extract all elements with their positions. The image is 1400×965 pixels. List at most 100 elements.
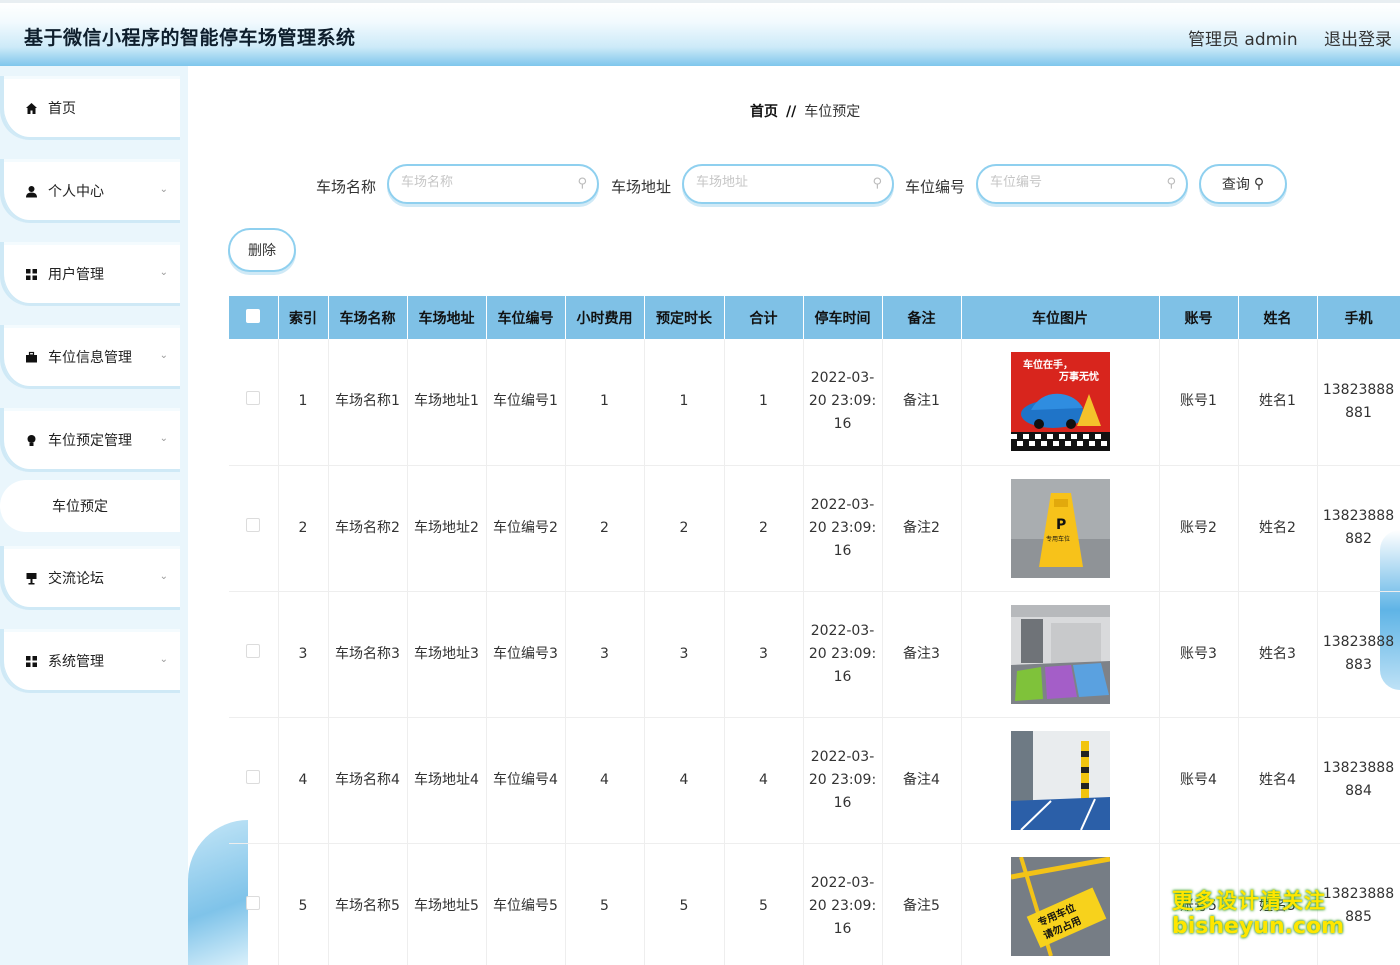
table-row: 3 车场名称3 车场地址3 车位编号3 3 3 3 2022-03-20 23:… xyxy=(229,591,1400,718)
cell-account: 账号4 xyxy=(1159,717,1239,844)
cell-total: 2 xyxy=(724,465,804,592)
breadcrumb-current: 车位预定 xyxy=(804,104,861,120)
breadcrumb-separator: // xyxy=(786,104,797,120)
home-icon xyxy=(24,101,38,115)
space-picture[interactable]: 专用车位 请勿占用 xyxy=(1010,856,1110,956)
cell-lot-name: 车场名称5 xyxy=(328,843,408,965)
cell-index: 2 xyxy=(278,465,329,592)
sidebar-item-home[interactable]: 首页 xyxy=(0,76,180,140)
sidebar-subitem-booking[interactable]: 车位预定 xyxy=(0,480,180,532)
cell-account: 账号2 xyxy=(1159,465,1239,592)
briefcase-icon xyxy=(24,350,38,364)
cell-lot-addr: 车场地址2 xyxy=(407,465,487,592)
col-header: 车场地址 xyxy=(407,296,487,339)
cell-lot-addr: 车场地址1 xyxy=(407,339,487,466)
chevron-down-icon: ⌄ xyxy=(159,571,168,582)
row-checkbox[interactable] xyxy=(229,843,279,965)
sidebar-item-label: 交流论坛 xyxy=(48,571,104,587)
breadcrumb: 首页 // 车位预定 xyxy=(750,101,860,121)
space-picture[interactable]: P 专用车位 xyxy=(1010,478,1110,578)
cell-uname: 姓名1 xyxy=(1238,339,1318,466)
lot-addr-input-wrap: ⚲ xyxy=(682,164,894,204)
search-icon: ⚲ xyxy=(872,176,882,191)
picture-sign: P xyxy=(1056,517,1066,533)
cell-fee: 3 xyxy=(565,591,645,718)
space-picture[interactable] xyxy=(1010,604,1110,704)
row-checkbox[interactable] xyxy=(229,465,279,592)
query-label: 查询 xyxy=(1221,177,1250,193)
cell-index: 5 xyxy=(278,843,329,965)
watermark-line: bisheyun.com xyxy=(1172,914,1345,939)
cell-fee: 4 xyxy=(565,717,645,844)
space-no-label: 车位编号 xyxy=(905,178,966,196)
cell-time: 2022-03-20 23:09:16 xyxy=(803,465,883,592)
col-header: 车位图片 xyxy=(961,296,1160,339)
picture-caption: 万事无忧 xyxy=(1058,370,1099,383)
app-title: 基于微信小程序的智能停车场管理系统 xyxy=(24,27,356,49)
booking-table: 索引 车场名称 车场地址 车位编号 小时费用 预定时长 合计 停车时间 备注 车… xyxy=(229,296,1400,965)
lot-name-label: 车场名称 xyxy=(316,178,377,196)
col-header: 车场名称 xyxy=(328,296,408,339)
sidebar-item-label: 系统管理 xyxy=(48,654,104,670)
cell-lot-name: 车场名称1 xyxy=(328,339,408,466)
picture-caption: 车位在手， xyxy=(1023,358,1073,371)
delete-button[interactable]: 删除 xyxy=(228,228,296,272)
row-checkbox[interactable] xyxy=(229,717,279,844)
cell-space-no: 车位编号3 xyxy=(486,591,566,718)
sidebar-item-forum[interactable]: 交流论坛 ⌄ xyxy=(0,546,180,610)
logout-link[interactable]: 退出登录 xyxy=(1324,25,1392,50)
cell-fee: 5 xyxy=(565,843,645,965)
cell-total: 3 xyxy=(724,591,804,718)
chevron-down-icon: ⌄ xyxy=(159,267,168,278)
cell-time: 2022-03-20 23:09:16 xyxy=(803,591,883,718)
sidebar-item-profile[interactable]: 个人中心 ⌄ xyxy=(0,159,180,223)
sidebar-item-space-info[interactable]: 车位信息管理 ⌄ xyxy=(0,325,180,389)
cell-space-no: 车位编号1 xyxy=(486,339,566,466)
lot-addr-label: 车场地址 xyxy=(611,178,672,196)
lot-addr-input[interactable] xyxy=(696,175,866,190)
cell-index: 4 xyxy=(278,717,329,844)
cell-account: 账号1 xyxy=(1159,339,1239,466)
cell-phone: 13823888883 xyxy=(1317,591,1400,718)
row-checkbox[interactable] xyxy=(229,591,279,718)
col-header: 姓名 xyxy=(1238,296,1318,339)
select-all-checkbox[interactable] xyxy=(229,296,279,339)
cell-picture xyxy=(961,591,1160,718)
row-checkbox[interactable] xyxy=(229,339,279,466)
cell-lot-name: 车场名称2 xyxy=(328,465,408,592)
sidebar-item-label: 首页 xyxy=(48,101,76,117)
space-picture[interactable]: 车位在手， 万事无忧 xyxy=(1010,352,1110,452)
cell-fee: 1 xyxy=(565,339,645,466)
cell-time: 2022-03-20 23:09:16 xyxy=(803,843,883,965)
query-button[interactable]: 查询 ⚲ xyxy=(1199,164,1287,204)
cell-picture: 车位在手， 万事无忧 xyxy=(961,339,1160,466)
lot-name-input[interactable] xyxy=(401,175,571,190)
cell-duration: 3 xyxy=(644,591,725,718)
col-header: 备注 xyxy=(882,296,962,339)
grid-icon xyxy=(24,654,38,668)
cell-space-no: 车位编号5 xyxy=(486,843,566,965)
cell-picture xyxy=(961,717,1160,844)
cell-index: 1 xyxy=(278,339,329,466)
breadcrumb-home[interactable]: 首页 xyxy=(750,104,778,120)
col-header: 索引 xyxy=(278,296,329,339)
col-header: 停车时间 xyxy=(803,296,883,339)
space-picture[interactable] xyxy=(1010,730,1110,830)
cell-total: 4 xyxy=(724,717,804,844)
col-header: 合计 xyxy=(724,296,804,339)
sidebar-item-booking-mgmt[interactable]: 车位预定管理 ⌄ xyxy=(0,408,180,472)
col-header: 账号 xyxy=(1159,296,1239,339)
sidebar-item-label: 车位信息管理 xyxy=(48,350,132,366)
admin-user[interactable]: 管理员 admin xyxy=(1188,25,1298,50)
sidebar-item-system[interactable]: 系统管理 ⌄ xyxy=(0,629,180,693)
cell-time: 2022-03-20 23:09:16 xyxy=(803,717,883,844)
sidebar-item-users[interactable]: 用户管理 ⌄ xyxy=(0,242,180,306)
space-no-input[interactable] xyxy=(990,175,1160,190)
grid-icon xyxy=(24,267,38,281)
lot-name-input-wrap: ⚲ xyxy=(387,164,599,204)
cell-phone: 13823888881 xyxy=(1317,339,1400,466)
cell-total: 1 xyxy=(724,339,804,466)
col-header: 车位编号 xyxy=(486,296,566,339)
cell-lot-addr: 车场地址4 xyxy=(407,717,487,844)
search-icon: ⚲ xyxy=(1166,176,1176,191)
